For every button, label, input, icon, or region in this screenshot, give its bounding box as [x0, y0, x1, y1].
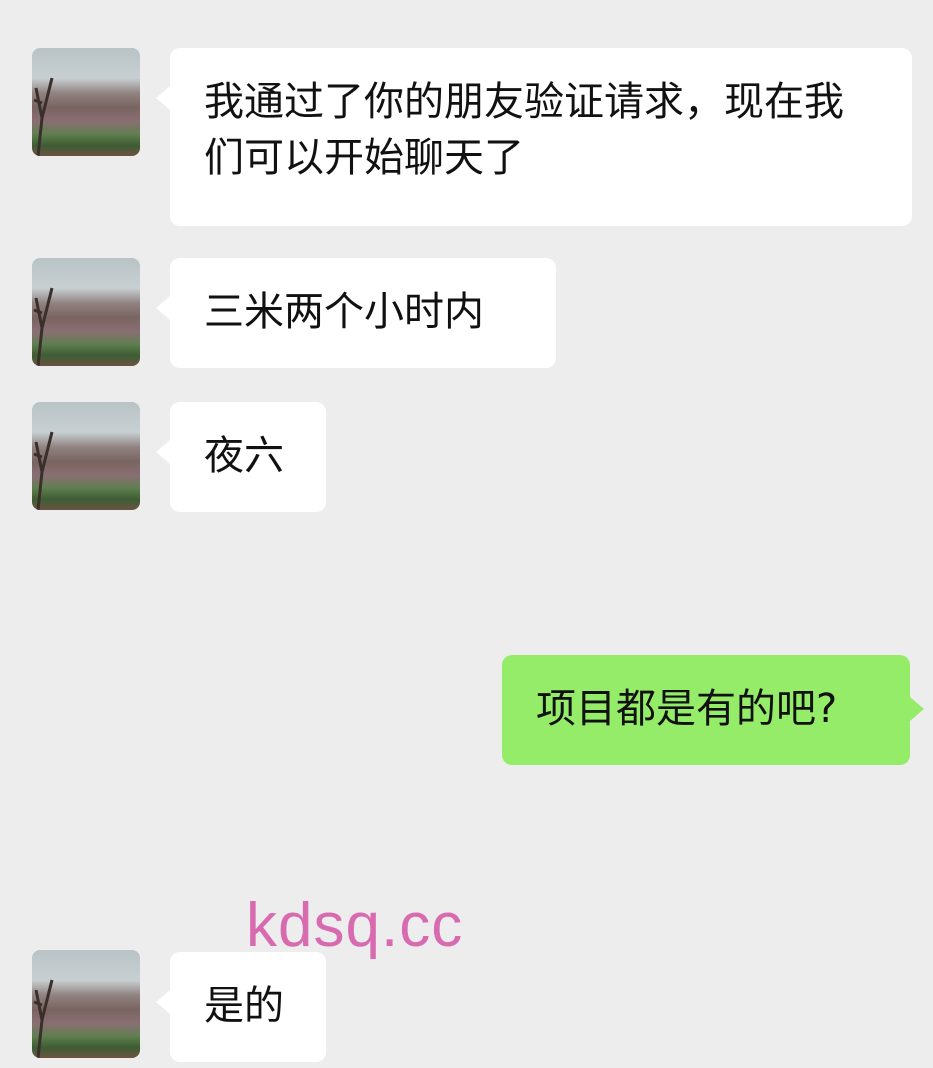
message-text: 是的	[204, 983, 284, 1029]
contact-avatar[interactable]	[32, 48, 140, 156]
message-bubble-incoming[interactable]: 我通过了你的朋友验证请求，现在我们可以开始聊天了	[156, 48, 912, 226]
contact-avatar[interactable]	[32, 258, 140, 366]
message-text: 我通过了你的朋友验证请求，现在我们可以开始聊天了	[204, 79, 844, 181]
message-bubble-outgoing[interactable]: 项目都是有的吧?	[502, 655, 924, 765]
contact-avatar[interactable]	[32, 950, 140, 1058]
watermark-text: kdsq.cc	[246, 891, 464, 960]
message-bubble-incoming[interactable]: 是的	[156, 952, 326, 1062]
message-text: 夜六	[204, 433, 284, 479]
message-text: 项目都是有的吧?	[536, 686, 838, 732]
contact-avatar[interactable]	[32, 402, 140, 510]
message-bubble-incoming[interactable]: 夜六	[156, 402, 326, 512]
message-bubble-incoming[interactable]: 三米两个小时内	[156, 258, 556, 368]
message-text: 三米两个小时内	[204, 289, 484, 335]
